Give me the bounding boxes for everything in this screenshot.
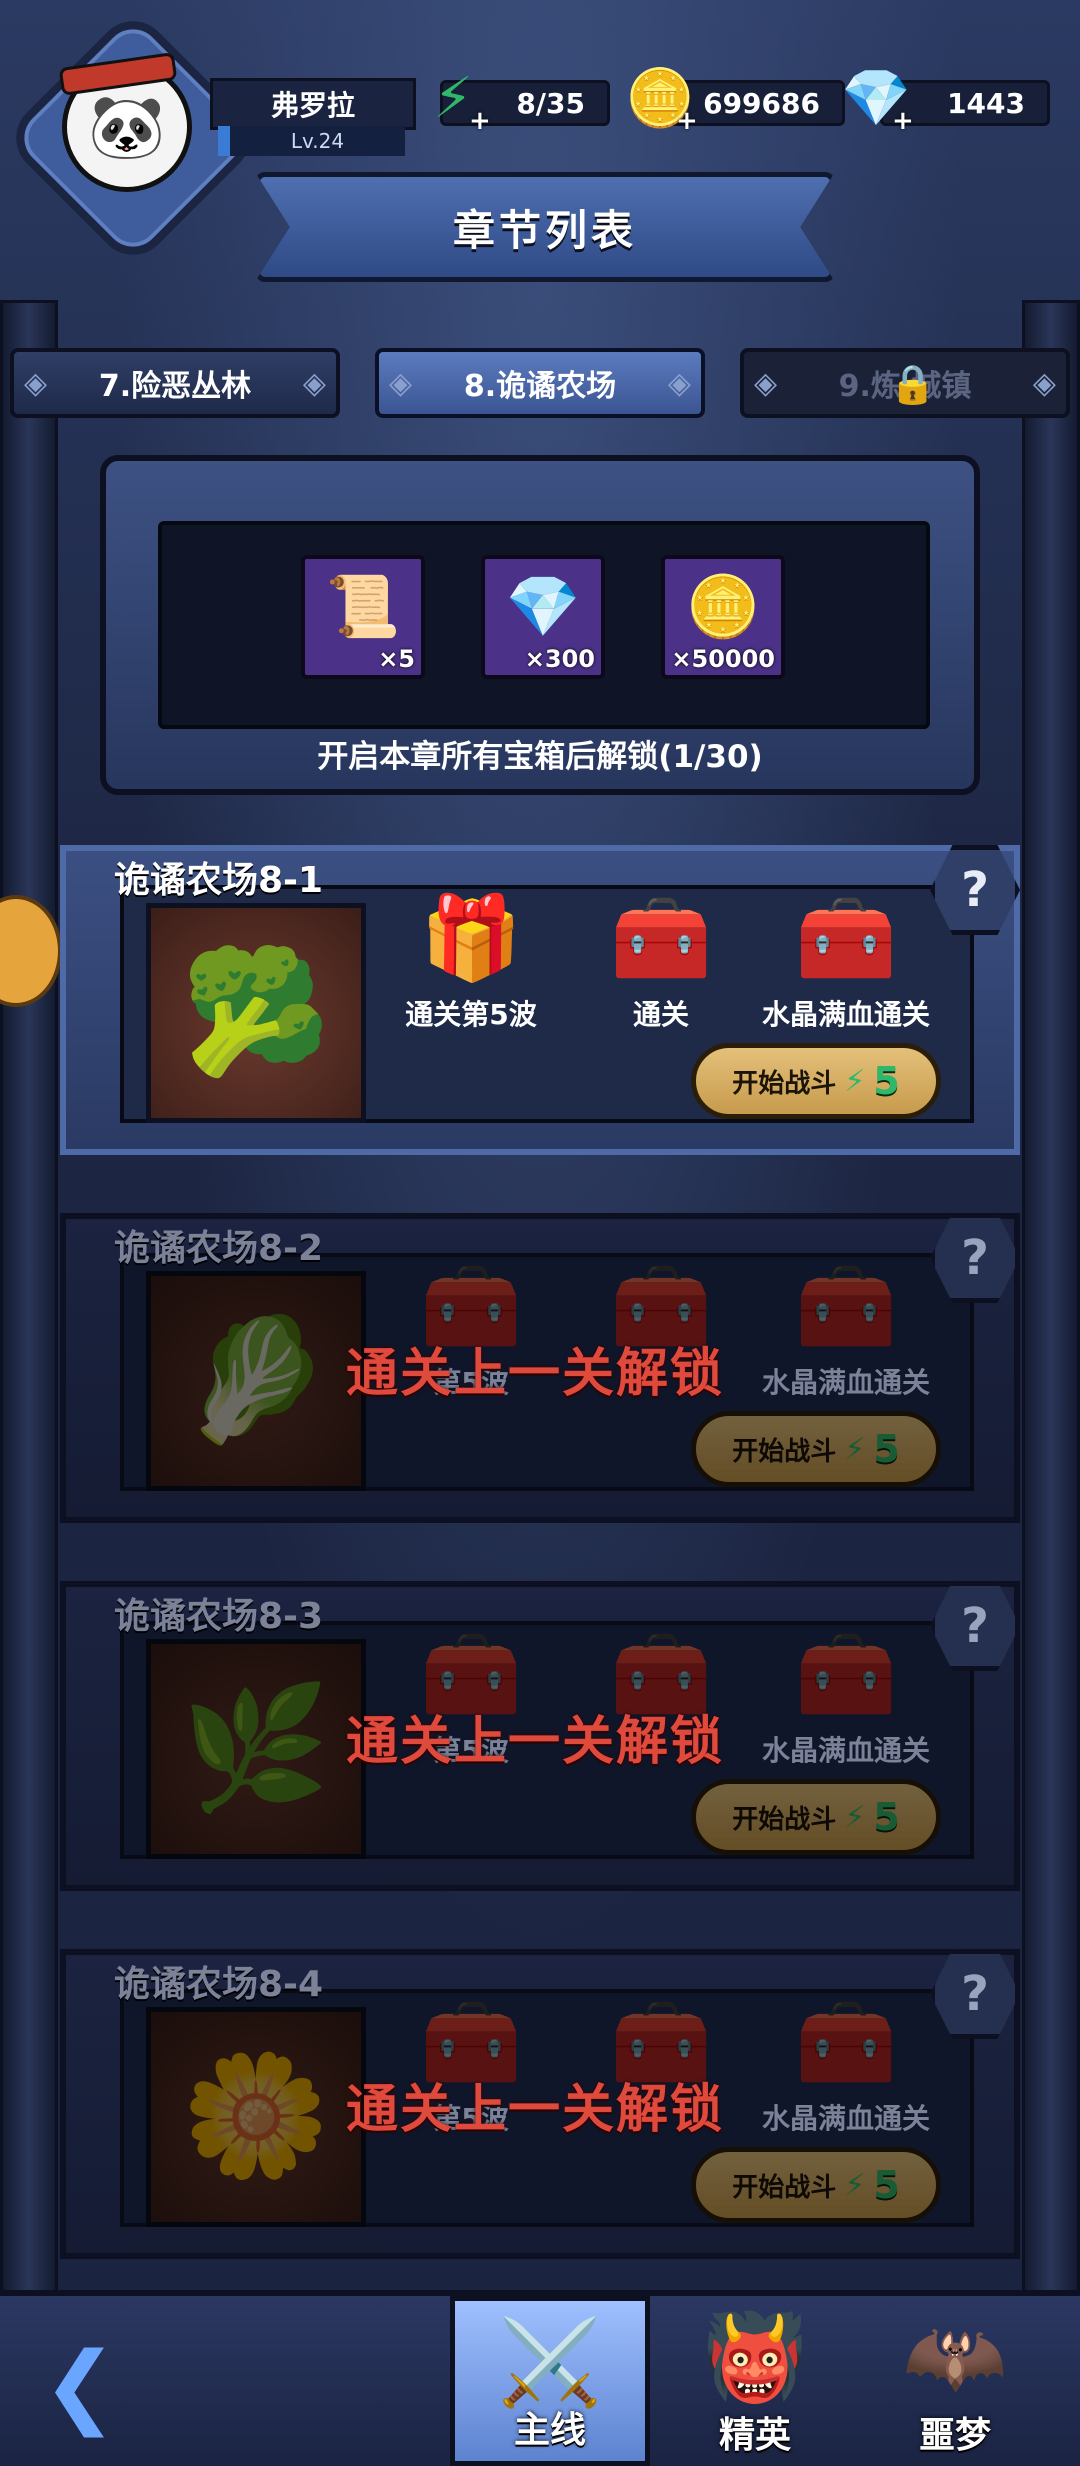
start-battle-button[interactable]: 开始战斗 ⚡ 5: [691, 1779, 941, 1855]
level-title: 诡谲农场8-2: [114, 1228, 324, 1269]
lock-icon: 🔒: [889, 362, 937, 406]
add-gems-icon[interactable]: +: [892, 108, 918, 134]
reward-qty: ×50000: [671, 645, 775, 673]
chapter-reward-panel: 📜 ×5 💎 ×300 🪙 ×50000 开启本章所有宝箱后解锁(1/30): [100, 455, 980, 795]
nav-main-story[interactable]: ⚔️ 主线: [450, 2296, 650, 2466]
cabbage-monster-portrait: 🥬: [146, 1271, 366, 1491]
start-battle-label: 开始战斗: [732, 2172, 837, 2203]
level-title: 诡谲农场8-4: [114, 1964, 324, 2005]
reward-scroll[interactable]: 📜 ×5: [301, 555, 425, 679]
energy-cost: 5: [873, 2163, 900, 2207]
energy-cost: 5: [873, 1427, 900, 1471]
add-energy-icon[interactable]: +: [469, 108, 495, 134]
scroll-icon: 📜: [325, 572, 401, 642]
level-title: 诡谲农场8-1: [114, 860, 324, 901]
start-battle-button[interactable]: 开始战斗 ⚡ 5: [691, 2147, 941, 2223]
broccoli-monster-portrait: 🥦: [146, 903, 366, 1123]
level-card-8-4[interactable]: 诡谲农场8-4 🌼 🧰 第5波 🧰 🧰 水晶满血通关 ? 开始战斗 ⚡ 5 通关…: [60, 1949, 1020, 2259]
left-pillar: [0, 300, 58, 2320]
lightning-icon: ⚡: [844, 1431, 866, 1467]
scissor-plant-monster-portrait: 🌿: [146, 1639, 366, 1859]
page-title: 章节列表: [255, 172, 835, 282]
nav-elite[interactable]: 👹 精英: [655, 2296, 855, 2466]
chest-label: 通关: [632, 998, 689, 1031]
reward-coin[interactable]: 🪙 ×50000: [661, 555, 785, 679]
lightning-icon: ⚡: [844, 2167, 866, 2203]
chest-label: 通关第5波: [405, 998, 537, 1031]
reward-qty: ×5: [378, 645, 415, 673]
player-name: 弗罗拉: [210, 78, 416, 130]
reward-caption: 开启本章所有宝箱后解锁(1/30): [317, 739, 763, 775]
start-battle-button[interactable]: 开始战斗 ⚡ 5: [691, 1043, 941, 1119]
tab-chapter-7[interactable]: 7.险恶丛林: [10, 348, 340, 418]
reward-diamond[interactable]: 💎 ×300: [481, 555, 605, 679]
chest-label: 水晶满血通关: [761, 2102, 930, 2135]
start-battle-label: 开始战斗: [732, 1436, 837, 1467]
reward-qty: ×300: [524, 645, 595, 673]
lock-message: 通关上一关解锁: [346, 2080, 725, 2140]
right-pillar: [1022, 300, 1080, 2320]
nav-label: 精英: [718, 2415, 791, 2456]
lightning-icon: ⚡: [844, 1799, 866, 1835]
lock-message: 通关上一关解锁: [346, 1712, 725, 1772]
main-story-icon: ⚔️: [497, 2313, 603, 2411]
level-card-8-2[interactable]: 诡谲农场8-2 🥬 🧰 第5波 🧰 🧰 水晶满血通关 ? 开始战斗 ⚡ 5 通关…: [60, 1213, 1020, 1523]
chest-label: 水晶满血通关: [761, 998, 930, 1031]
chest-label: 水晶满血通关: [761, 1366, 930, 1399]
level-title: 诡谲农场8-3: [114, 1596, 324, 1637]
chest-icon[interactable]: 🧰: [791, 1993, 901, 2093]
nightmare-bat-icon: 🦇: [902, 2308, 1008, 2406]
tab-chapter-8[interactable]: 8.诡谲农场: [375, 348, 705, 418]
level-card-8-1[interactable]: 诡谲农场8-1 🥦 🎁 通关第5波 🧰 通关 🧰 水晶满血通关 ? 开始战斗 ⚡…: [60, 845, 1020, 1155]
bottom-nav: ❮ ⚔️ 主线 👹 精英 🦇 噩梦: [0, 2290, 1080, 2466]
flower-bug-monster-portrait: 🌼: [146, 2007, 366, 2227]
chest-icon[interactable]: 🧰: [606, 889, 716, 989]
nav-nightmare[interactable]: 🦇 噩梦: [855, 2296, 1055, 2466]
chest-icon[interactable]: 🧰: [791, 889, 901, 989]
coin-icon[interactable]: 🪙 +: [622, 60, 698, 136]
energy-cost: 5: [873, 1795, 900, 1839]
add-gold-icon[interactable]: +: [676, 108, 702, 134]
chest-open-icon[interactable]: 🎁: [416, 889, 526, 989]
chest-icon[interactable]: 🧰: [791, 1257, 901, 1357]
start-battle-label: 开始战斗: [732, 1068, 837, 1099]
start-battle-label: 开始战斗: [732, 1804, 837, 1835]
nav-label: 噩梦: [918, 2415, 991, 2456]
lightning-icon: ⚡: [844, 1063, 866, 1099]
lock-message: 通关上一关解锁: [346, 1344, 725, 1404]
player-level: Lv.24: [218, 126, 405, 156]
lightning-icon[interactable]: ⚡ +: [415, 60, 491, 136]
level-card-8-3[interactable]: 诡谲农场8-3 🌿 🧰 第5波 🧰 🧰 水晶满血通关 ? 开始战斗 ⚡ 5 通关…: [60, 1581, 1020, 1891]
nav-label: 主线: [513, 2410, 586, 2451]
diamond-icon: 💎: [505, 572, 581, 642]
diamond-icon[interactable]: 💎 +: [838, 60, 914, 136]
energy-cost: 5: [873, 1059, 900, 1103]
elite-skull-icon: 👹: [702, 2308, 808, 2406]
back-arrow-icon[interactable]: ❮: [30, 2336, 130, 2436]
start-battle-button[interactable]: 开始战斗 ⚡ 5: [691, 1411, 941, 1487]
coin-icon: 🪙: [685, 572, 761, 642]
tab-chapter-9[interactable]: 9.炼 城镇 🔒: [740, 348, 1070, 418]
chest-icon[interactable]: 🧰: [791, 1625, 901, 1725]
chest-label: 水晶满血通关: [761, 1734, 930, 1767]
